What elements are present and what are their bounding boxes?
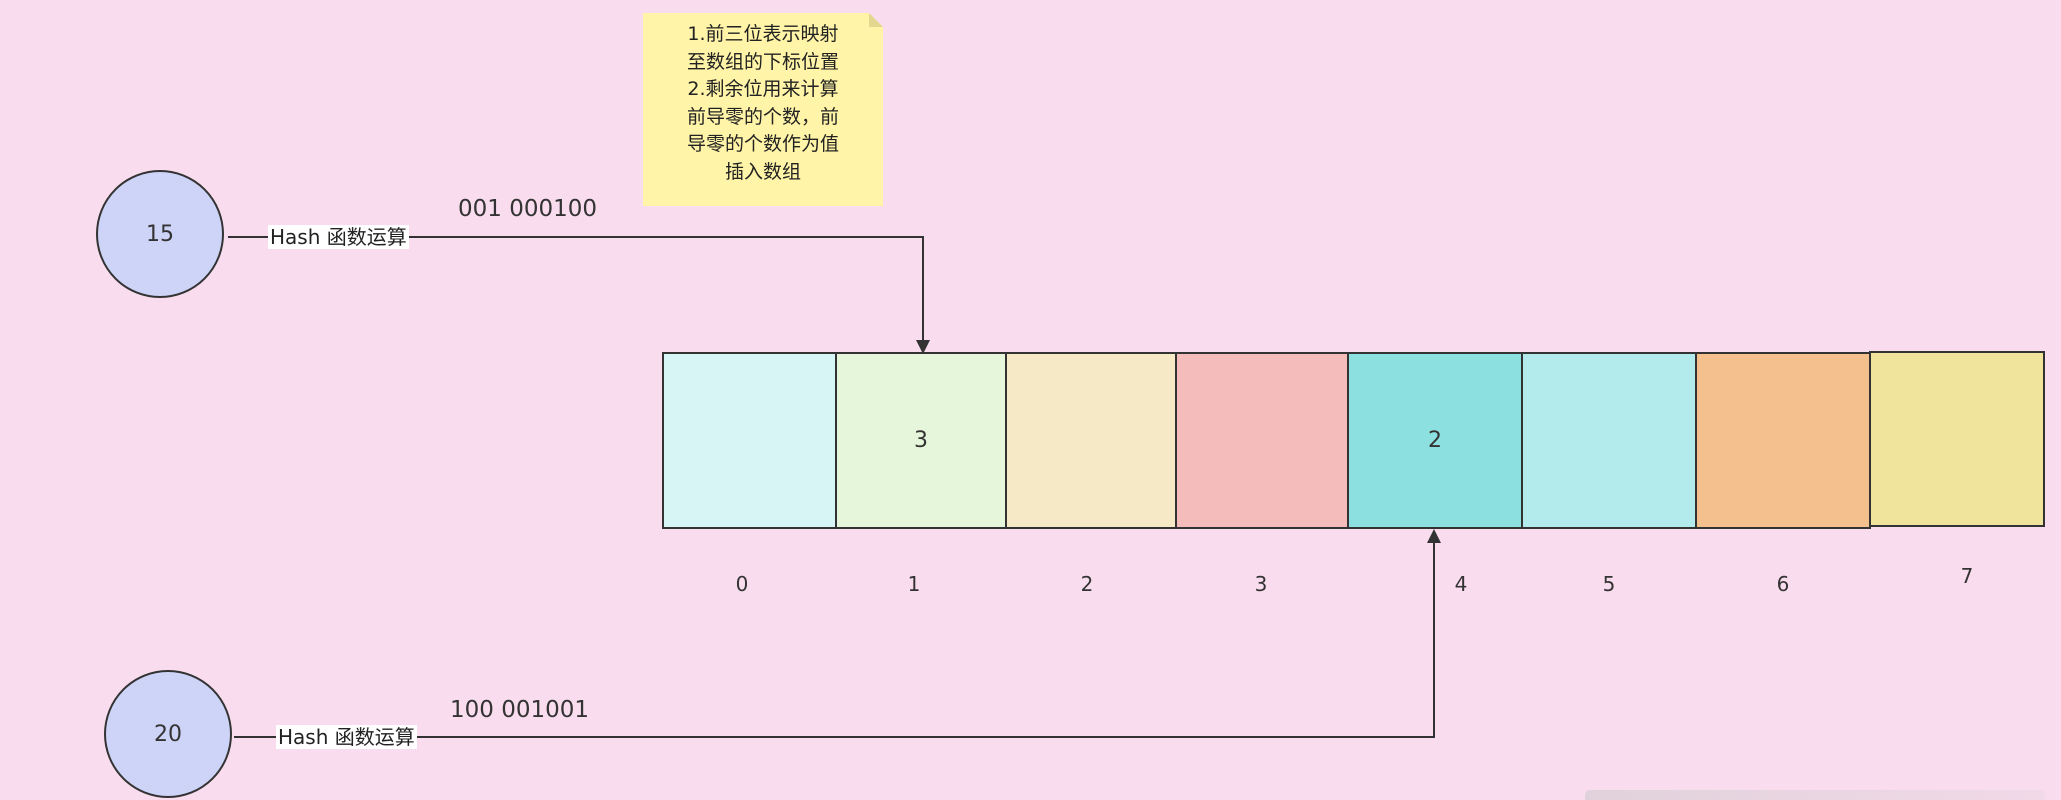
index-label-7: 7 [1960,564,1974,588]
note-line: 至数组的下标位置 [686,50,839,73]
node-20[interactable]: 20 [104,670,232,798]
note-line: 2.剩余位用来计算 [687,78,839,100]
edge-label-hash-15: Hash 函数运算 [268,225,409,249]
node-value: 20 [154,721,182,747]
note-line: 插入数组 [724,160,801,183]
cell-value: 3 [914,428,928,453]
index-label-3: 3 [1254,572,1268,596]
array-cell-7[interactable] [1869,351,2045,527]
index-label-5: 5 [1602,572,1616,596]
node-value: 15 [146,221,174,247]
array-cell-2[interactable] [1005,352,1177,529]
explanation-note: 1.前三位表示映射 至数组的下标位置 2.剩余位用来计算 前导零的个数，前 导零… [643,13,883,206]
index-label-0: 0 [735,572,749,596]
array-cell-0[interactable] [662,352,837,529]
edge-label-hash-20: Hash 函数运算 [276,725,417,749]
note-line: 1.前三位表示映射 [687,23,839,45]
edge-15-to-index-1 [228,236,930,354]
index-label-6: 6 [1776,572,1790,596]
array-cell-6[interactable] [1695,352,1871,529]
array-cell-3[interactable] [1175,352,1349,529]
node-15[interactable]: 15 [96,170,224,298]
watermark-strip [1585,790,2045,800]
edge-20-to-index-4 [234,529,1441,738]
hash-code-15: 001 000100 [458,196,598,222]
index-label-2: 2 [1080,572,1094,596]
array-cell-1[interactable]: 3 [835,352,1007,529]
index-label-4: 4 [1454,572,1468,596]
index-label-1: 1 [907,572,921,596]
cell-value: 2 [1428,428,1442,453]
note-line: 前导零的个数，前 [686,105,839,128]
note-line: 导零的个数作为值 [686,133,839,155]
hash-code-20: 100 001001 [450,697,590,723]
array-cell-5[interactable] [1521,352,1697,529]
array-cell-4[interactable]: 2 [1347,352,1523,529]
